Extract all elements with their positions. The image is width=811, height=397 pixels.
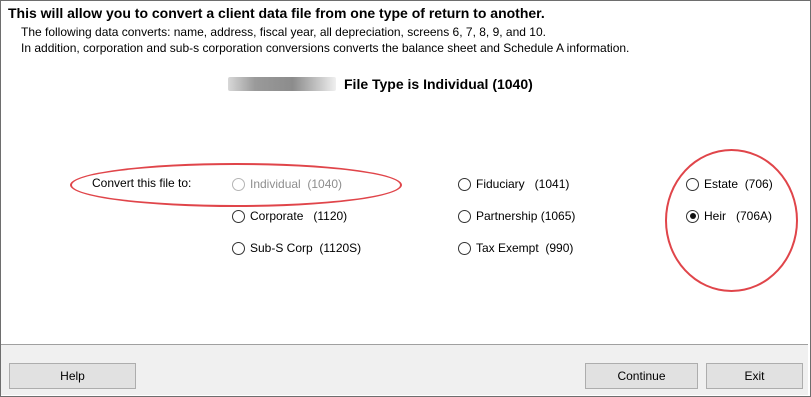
radio-label: Tax Exempt (990): [476, 241, 574, 255]
radio-circle-checked: [686, 209, 699, 223]
radio-partnership[interactable]: Partnership (1065): [458, 209, 575, 223]
radio-fiduciary[interactable]: Fiduciary (1041): [458, 177, 569, 191]
file-type-row: File Type is Individual (1040): [228, 74, 533, 94]
radio-circle: [232, 209, 245, 223]
radio-circle: [232, 241, 245, 255]
radio-label: Estate (706): [704, 177, 773, 191]
radio-label: Sub-S Corp (1120S): [250, 241, 362, 255]
convert-to-label: Convert this file to:: [92, 176, 192, 190]
radio-label: Heir (706A): [704, 209, 773, 223]
dialog-title: This will allow you to convert a client …: [8, 5, 545, 21]
radio-individual[interactable]: Individual (1040): [232, 177, 342, 191]
radio-label: Partnership (1065): [476, 209, 576, 223]
file-type-label: File Type is Individual (1040): [344, 76, 533, 92]
radio-label: Individual (1040): [250, 177, 343, 191]
radio-label: Corporate (1120): [250, 209, 348, 223]
radio-circle: [232, 177, 245, 191]
radio-sub-s-corp[interactable]: Sub-S Corp (1120S): [232, 241, 361, 255]
radio-label: Fiduciary (1041): [476, 177, 570, 191]
exit-button[interactable]: Exit: [706, 363, 803, 389]
radio-estate[interactable]: Estate (706): [686, 177, 773, 191]
convert-dialog: [0, 0, 811, 397]
continue-button[interactable]: Continue: [585, 363, 698, 389]
radio-heir[interactable]: Heir (706A): [686, 209, 772, 223]
description-line-2: In addition, corporation and sub-s corpo…: [21, 41, 630, 55]
radio-circle: [458, 177, 471, 191]
radio-circle: [458, 209, 471, 223]
radio-circle: [458, 241, 471, 255]
description-line-1: The following data converts: name, addre…: [21, 25, 546, 39]
radio-corporate[interactable]: Corporate (1120): [232, 209, 347, 223]
radio-circle: [686, 177, 699, 191]
help-button[interactable]: Help: [9, 363, 136, 389]
radio-tax-exempt[interactable]: Tax Exempt (990): [458, 241, 573, 255]
redacted-client-name: [228, 77, 336, 91]
